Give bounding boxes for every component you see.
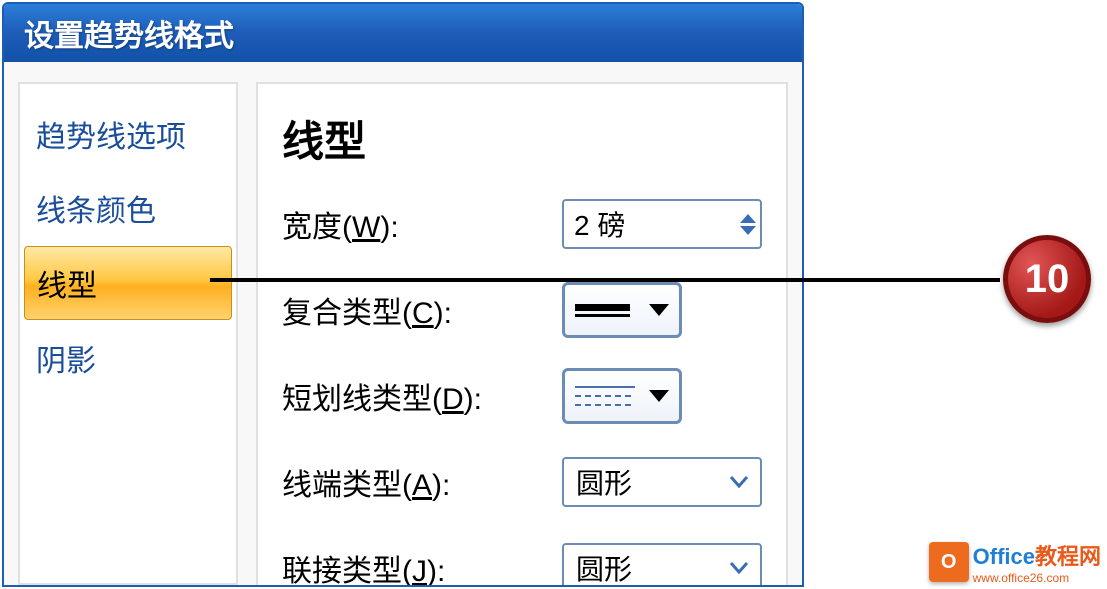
annotation-number: 10	[1025, 257, 1070, 302]
spin-up-icon[interactable]	[740, 214, 756, 223]
dialog-title: 设置趋势线格式	[24, 11, 234, 55]
cap-type-select[interactable]: 圆形	[562, 457, 762, 507]
chevron-down-icon	[724, 553, 754, 583]
watermark-url: www.office26.com	[973, 571, 1101, 585]
width-value: 2 磅	[574, 204, 740, 244]
dash-type-row: 短划线类型(D):	[282, 369, 762, 423]
width-label: 宽度(W):	[282, 202, 562, 246]
dialog-titlebar[interactable]: 设置趋势线格式	[4, 4, 802, 62]
dash-type-label: 短划线类型(D):	[282, 374, 562, 418]
join-type-row: 联接类型(J): 圆形	[282, 541, 762, 587]
cap-type-value: 圆形	[576, 462, 724, 502]
sidebar-item-trendline-options[interactable]: 趋势线选项	[24, 98, 232, 170]
sidebar-item-shadow[interactable]: 阴影	[24, 322, 232, 394]
sidebar-item-label: 线型	[37, 270, 97, 303]
width-spinner[interactable]: 2 磅	[562, 199, 762, 249]
watermark-text: Office教程网 www.office26.com	[973, 539, 1101, 585]
cap-type-row: 线端类型(A): 圆形	[282, 455, 762, 509]
spinner-buttons	[740, 214, 756, 235]
line-style-panel: 线型 宽度(W): 2 磅 复合类型(C):	[256, 82, 788, 585]
annotation-line	[210, 278, 1000, 282]
join-type-label: 联接类型(J):	[282, 546, 562, 587]
join-type-select[interactable]: 圆形	[562, 543, 762, 587]
spin-down-icon[interactable]	[740, 226, 756, 235]
annotation-badge: 10	[1003, 235, 1091, 323]
watermark-logo-icon: O	[929, 542, 969, 582]
dash-type-dropdown[interactable]	[562, 368, 682, 424]
compound-preview-icon	[575, 296, 649, 324]
dialog-body: 趋势线选项 线条颜色 线型 阴影 线型 宽度(W): 2 磅	[4, 62, 802, 585]
join-type-value: 圆形	[576, 548, 724, 587]
chevron-down-icon	[724, 467, 754, 497]
watermark: O Office教程网 www.office26.com	[929, 539, 1101, 585]
cap-type-label: 线端类型(A):	[282, 460, 562, 504]
section-title: 线型	[282, 108, 762, 169]
compound-type-dropdown[interactable]	[562, 282, 682, 338]
sidebar-item-label: 线条颜色	[36, 195, 156, 228]
format-trendline-dialog: 设置趋势线格式 趋势线选项 线条颜色 线型 阴影 线型 宽度(W):	[2, 2, 804, 587]
compound-type-row: 复合类型(C):	[282, 283, 762, 337]
sidebar-item-label: 阴影	[36, 345, 96, 378]
sidebar-item-label: 趋势线选项	[36, 121, 186, 154]
options-sidebar: 趋势线选项 线条颜色 线型 阴影	[18, 82, 238, 585]
sidebar-item-line-color[interactable]: 线条颜色	[24, 172, 232, 244]
compound-type-label: 复合类型(C):	[282, 288, 562, 332]
chevron-down-icon	[649, 390, 669, 402]
chevron-down-icon	[649, 304, 669, 316]
dash-preview-icon	[575, 382, 649, 410]
width-row: 宽度(W): 2 磅	[282, 197, 762, 251]
sidebar-item-line-style[interactable]: 线型	[24, 246, 232, 320]
